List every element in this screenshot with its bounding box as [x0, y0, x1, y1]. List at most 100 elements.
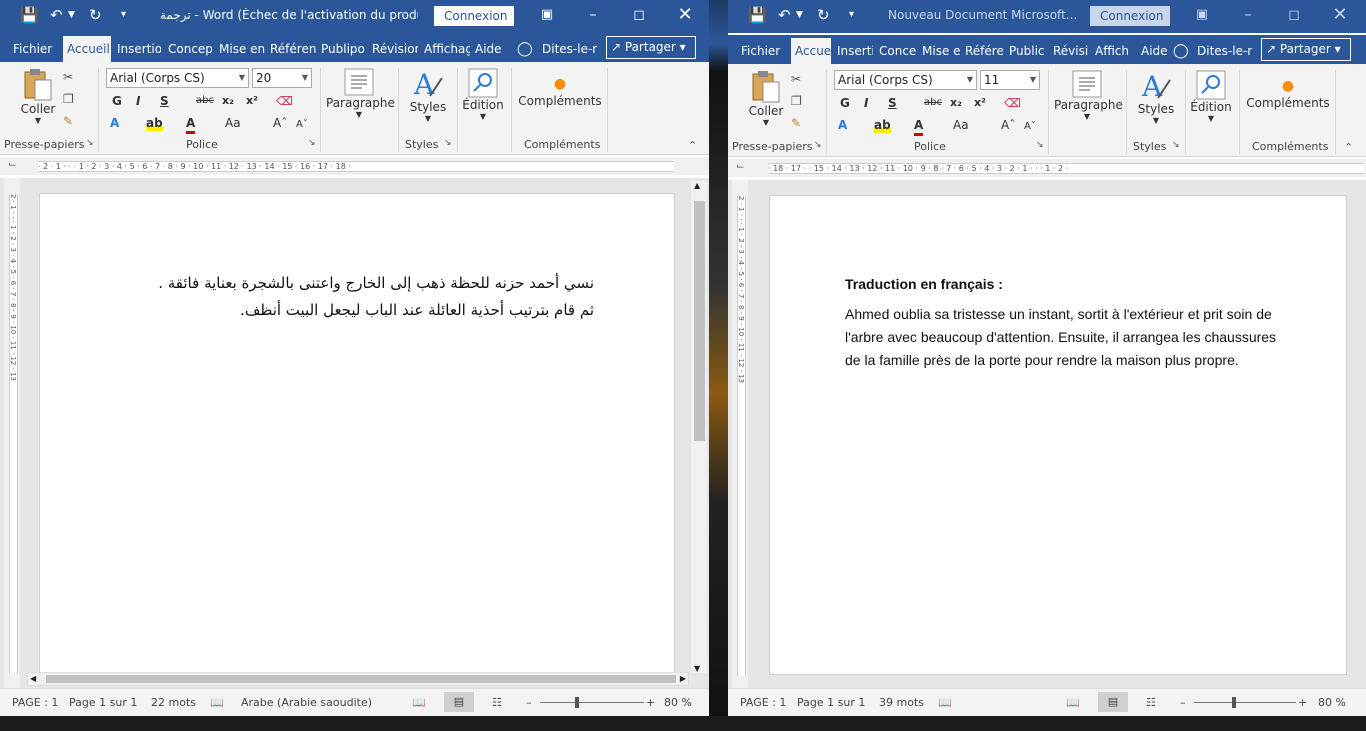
shrink-font-icon[interactable]: Aˇ: [296, 117, 308, 133]
font-size-combo[interactable]: 20 ▼: [252, 68, 312, 88]
proofing-icon[interactable]: 📖: [938, 696, 952, 709]
styles-button[interactable]: A Styles ▼: [404, 68, 452, 123]
collapse-ribbon-icon[interactable]: ⌃: [688, 139, 697, 152]
status-page[interactable]: PAGE : 1: [740, 696, 786, 709]
status-pages[interactable]: Page 1 sur 1: [69, 696, 137, 709]
document-page[interactable]: نسي أحمد حزنه للحظة ذهب إلى الخارج واعتن…: [39, 193, 675, 678]
status-pages[interactable]: Page 1 sur 1: [797, 696, 865, 709]
change-case-icon[interactable]: Aa: [953, 117, 969, 133]
edit-button[interactable]: Édition ▼: [460, 68, 506, 121]
status-language[interactable]: Arabe (Arabie saoudite): [241, 696, 372, 709]
subscript-icon[interactable]: x₂: [222, 93, 234, 109]
tab-fichier[interactable]: Fichier: [737, 38, 784, 64]
close-icon[interactable]: ✕: [662, 0, 708, 30]
tab-accueil[interactable]: Accue: [791, 38, 831, 64]
status-page[interactable]: PAGE : 1: [12, 696, 58, 709]
tab-mise-en-page[interactable]: Mise en: [215, 36, 265, 62]
zoom-out-icon[interactable]: –: [1180, 696, 1186, 709]
copy-icon[interactable]: ❐: [791, 94, 802, 108]
document-page[interactable]: Traduction en français : Ahmed oublia sa…: [769, 195, 1347, 675]
document-body[interactable]: Traduction en français : Ahmed oublia sa…: [845, 273, 1335, 372]
tab-aide[interactable]: Aide: [471, 36, 506, 62]
share-button[interactable]: ↗ Partager ▾: [606, 36, 696, 59]
font-size-combo[interactable]: 11 ▼: [980, 70, 1040, 90]
grow-font-icon[interactable]: Aˆ: [1001, 117, 1015, 133]
scroll-down-icon[interactable]: ▼: [694, 664, 700, 673]
proofing-icon[interactable]: 📖: [210, 696, 224, 709]
cut-icon[interactable]: ✂: [63, 70, 73, 84]
copy-icon[interactable]: ❐: [63, 92, 74, 106]
scroll-thumb[interactable]: [694, 201, 705, 441]
paste-button[interactable]: Coller ▼: [746, 70, 786, 127]
zoom-slider[interactable]: [540, 702, 644, 703]
tab-conception[interactable]: Conce: [875, 38, 917, 64]
underline-icon[interactable]: S: [888, 95, 897, 111]
font-name-combo[interactable]: Arial (Corps CS) ▼: [834, 70, 977, 90]
tab-aide[interactable]: Aide: [1137, 38, 1172, 64]
tab-fichier[interactable]: Fichier: [9, 36, 56, 62]
web-layout-icon[interactable]: ☷: [1146, 696, 1156, 709]
maximize-icon[interactable]: ◻: [1271, 0, 1317, 30]
connexion-button[interactable]: Connexion: [434, 6, 514, 26]
italic-icon[interactable]: I: [864, 95, 868, 111]
customize-qat-icon[interactable]: ▾: [121, 0, 126, 30]
zoom-slider[interactable]: [1194, 702, 1296, 703]
tab-revision[interactable]: Révisior: [368, 36, 418, 62]
bold-icon[interactable]: G: [840, 95, 850, 111]
document-body[interactable]: نسي أحمد حزنه للحظة ذهب إلى الخارج واعتن…: [110, 270, 594, 324]
dialog-launcher-icon[interactable]: ↘: [444, 138, 452, 148]
highlight-icon[interactable]: ab: [874, 117, 891, 133]
maximize-icon[interactable]: ◻: [616, 0, 662, 30]
close-icon[interactable]: ✕: [1317, 0, 1363, 30]
tell-me-box[interactable]: Dites-le-r: [1193, 38, 1256, 64]
underline-icon[interactable]: S: [160, 93, 169, 109]
minimize-icon[interactable]: –: [570, 0, 616, 30]
font-name-combo[interactable]: Arial (Corps CS) ▼: [106, 68, 249, 88]
status-words[interactable]: 39 mots: [879, 696, 924, 709]
horizontal-scrollbar[interactable]: ◀ ▶: [27, 672, 689, 686]
dialog-launcher-icon[interactable]: ↘: [308, 138, 316, 148]
cut-icon[interactable]: ✂: [791, 72, 801, 86]
tab-references[interactable]: Référe: [961, 38, 1003, 64]
superscript-icon[interactable]: x²: [974, 95, 986, 111]
customize-qat-icon[interactable]: ▾: [849, 0, 854, 30]
format-painter-icon[interactable]: ✎: [791, 116, 801, 130]
tab-accueil[interactable]: Accueil: [63, 36, 111, 62]
tab-revision[interactable]: Révisi: [1049, 38, 1089, 64]
subscript-icon[interactable]: x₂: [950, 95, 962, 111]
tab-publipostage[interactable]: Publipo: [317, 36, 367, 62]
redo-icon[interactable]: ↻: [89, 0, 102, 30]
web-layout-icon[interactable]: ☷: [492, 696, 502, 709]
styles-button[interactable]: A Styles ▼: [1132, 70, 1180, 125]
scroll-left-icon[interactable]: ◀: [30, 674, 36, 683]
scroll-thumb[interactable]: [46, 675, 676, 683]
tab-affichage[interactable]: Affich: [1091, 38, 1135, 64]
edit-button[interactable]: Édition ▼: [1188, 70, 1234, 123]
font-color-icon[interactable]: A: [914, 117, 924, 136]
scroll-right-icon[interactable]: ▶: [680, 674, 686, 683]
print-layout-icon[interactable]: ▤: [444, 692, 474, 712]
superscript-icon[interactable]: x²: [246, 93, 258, 109]
save-icon[interactable]: 💾: [748, 0, 767, 30]
zoom-in-icon[interactable]: +: [1298, 696, 1307, 709]
status-zoom[interactable]: 80 %: [1318, 696, 1346, 709]
addins-button[interactable]: ● Compléments: [1244, 76, 1332, 110]
tab-affichage[interactable]: Affichag: [420, 36, 470, 62]
italic-icon[interactable]: I: [136, 93, 140, 109]
undo-icon[interactable]: ↶: [50, 0, 63, 30]
share-button[interactable]: ↗ Partager ▾: [1261, 38, 1351, 61]
status-zoom[interactable]: 80 %: [664, 696, 692, 709]
format-painter-icon[interactable]: ✎: [63, 114, 73, 128]
text-effects-icon[interactable]: A: [838, 117, 847, 133]
tab-conception[interactable]: Concep: [164, 36, 212, 62]
grow-font-icon[interactable]: Aˆ: [273, 115, 287, 131]
tab-selector-icon[interactable]: ⌙: [8, 159, 16, 170]
strikethrough-icon[interactable]: abc: [924, 95, 942, 111]
undo-dropdown-icon[interactable]: ▼: [796, 0, 803, 30]
font-color-icon[interactable]: A: [186, 115, 196, 134]
tell-me-box[interactable]: Dites-le-r: [538, 36, 601, 62]
paragraph-button[interactable]: Paragraphe ▼: [326, 68, 395, 119]
dialog-launcher-icon[interactable]: ↘: [1172, 140, 1180, 150]
read-mode-icon[interactable]: 📖: [1066, 696, 1080, 709]
save-icon[interactable]: 💾: [20, 0, 39, 30]
